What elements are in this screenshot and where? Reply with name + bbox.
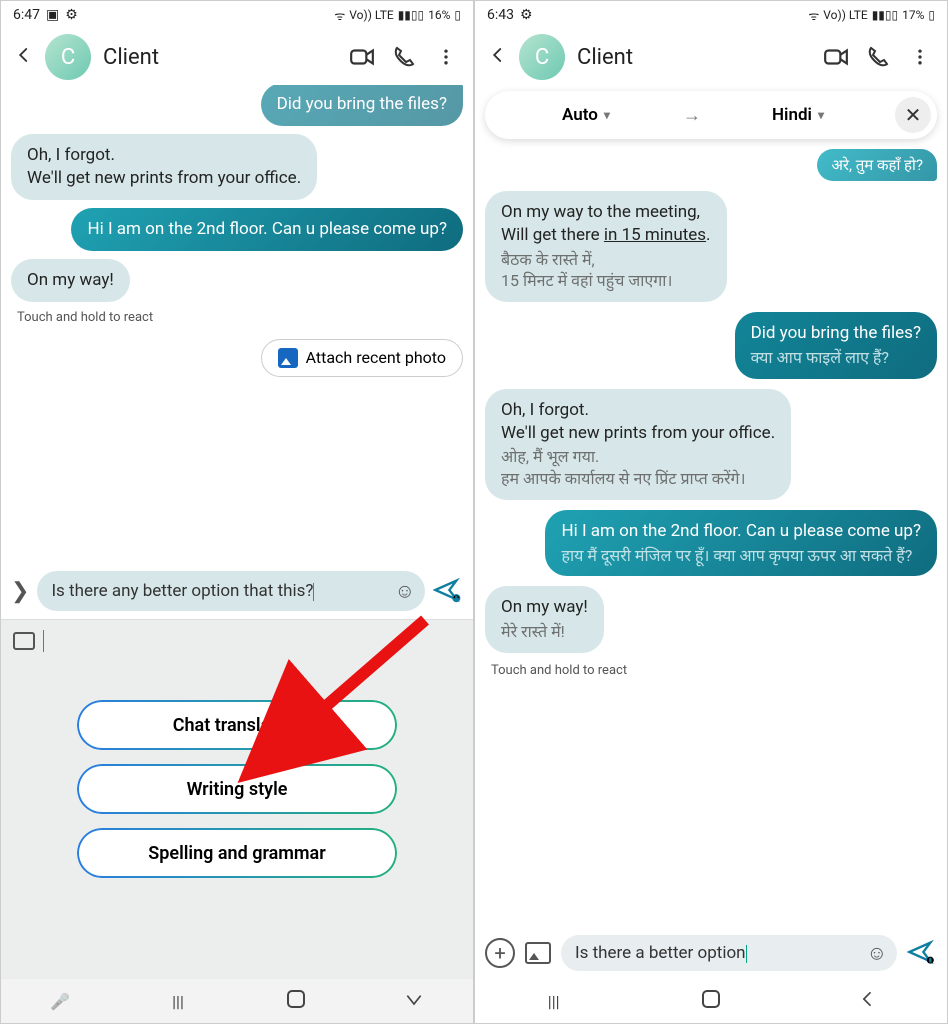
message-incoming[interactable]: On my way! मेरे रास्ते में! (485, 586, 604, 653)
translated-text: मेरे रास्ते में! (501, 621, 588, 643)
gallery-button[interactable] (525, 942, 551, 964)
nav-recents[interactable]: ||| (524, 992, 584, 1011)
back-button[interactable] (11, 46, 37, 68)
contact-name[interactable]: Client (573, 45, 811, 70)
keyboard-icon[interactable] (13, 632, 35, 650)
chevron-down-icon: ▾ (818, 108, 824, 122)
suggestion-spelling-grammar[interactable]: Spelling and grammar (77, 828, 397, 878)
message-incoming[interactable]: Oh, I forgot. We'll get new prints from … (11, 134, 317, 200)
status-time: 6:43 (487, 7, 514, 23)
status-bar: 6:43 ⚙ ᯤ Vo)) LTE ▮▮▯▯ 17% ▯ (475, 1, 947, 29)
attach-photo-chip[interactable]: Attach recent photo (261, 339, 463, 377)
send-button[interactable] (907, 938, 937, 968)
nav-back[interactable] (384, 989, 444, 1013)
send-button[interactable] (433, 576, 463, 606)
keyboard-panel: Chat translation Writing style Spelling … (1, 619, 473, 979)
ai-suggestions: Chat translation Writing style Spelling … (13, 700, 461, 878)
react-hint: Touch and hold to react (11, 310, 463, 325)
battery-text: 17% (902, 8, 924, 22)
avatar[interactable]: C (519, 34, 565, 80)
translated-text: ओह, मैं भूल गया. हम आपके कार्यालय से नए … (501, 446, 775, 489)
voice-call-icon[interactable] (387, 40, 421, 74)
gear-icon: ⚙ (65, 7, 78, 23)
translated-text: बैठक के रास्ते में, 15 मिनट में वहां पहु… (501, 249, 711, 292)
message-input[interactable]: Is there any better option that this? ☺ (37, 571, 425, 611)
image-icon (278, 348, 298, 368)
more-icon[interactable] (429, 40, 463, 74)
translate-close-button[interactable]: ✕ (895, 97, 931, 133)
chat-header: C Client (1, 29, 473, 85)
nav-home[interactable] (266, 990, 326, 1012)
nav-back[interactable] (838, 989, 898, 1013)
voice-call-icon[interactable] (861, 40, 895, 74)
signal-icon: ▮▮▯▯ (398, 8, 424, 22)
message-list: Did you bring the files? Oh, I forgot. W… (1, 85, 473, 563)
message-outgoing[interactable]: अरे, तुम कहाँ हो? (817, 149, 937, 181)
battery-text: 16% (428, 8, 450, 22)
lte-icon: Vo)) LTE (349, 8, 393, 22)
lte-icon: Vo)) LTE (823, 8, 867, 22)
avatar[interactable]: C (45, 34, 91, 80)
emoji-icon[interactable]: ☺ (395, 579, 415, 604)
suggestion-writing-style[interactable]: Writing style (77, 764, 397, 814)
gear-icon: ⚙ (520, 7, 533, 23)
wifi-icon: ᯤ (808, 7, 819, 24)
video-call-icon[interactable] (819, 40, 853, 74)
message-outgoing[interactable]: Hi I am on the 2nd floor. Can u please c… (545, 510, 937, 577)
translated-text: हाय मैं दूसरी मंजिल पर हूँ। क्या आप कृपय… (561, 545, 921, 567)
message-outgoing[interactable]: Did you bring the files? (261, 85, 463, 126)
battery-icon: ▯ (928, 8, 935, 22)
translated-text: क्या आप फाइलें लाए हैं? (751, 347, 921, 369)
nav-recents[interactable]: ||| (148, 992, 208, 1011)
message-incoming[interactable]: Oh, I forgot. We'll get new prints from … (485, 389, 791, 500)
chevron-down-icon: ▾ (604, 108, 610, 122)
contact-name[interactable]: Client (99, 45, 337, 70)
battery-icon: ▯ (454, 8, 461, 22)
emoji-icon[interactable]: ☺ (867, 941, 887, 966)
message-incoming[interactable]: On my way! (11, 259, 130, 302)
translate-from[interactable]: Auto▾ (495, 105, 677, 125)
signal-icon: ▮▮▯▯ (872, 8, 898, 22)
status-bar: 6:47 ▣ ⚙ ᯤ Vo)) LTE ▮▮▯▯ 16% ▯ (1, 1, 473, 29)
attach-photo-label: Attach recent photo (306, 348, 446, 367)
nav-home[interactable] (681, 990, 741, 1012)
translate-bar: Auto▾ → Hindi▾ ✕ (485, 91, 937, 139)
back-button[interactable] (485, 46, 511, 68)
status-time: 6:47 (13, 7, 40, 23)
message-outgoing[interactable]: Hi I am on the 2nd floor. Can u please c… (71, 208, 463, 251)
chat-header: C Client (475, 29, 947, 85)
video-call-icon[interactable] (345, 40, 379, 74)
gallery-icon: ▣ (46, 7, 59, 23)
more-icon[interactable] (903, 40, 937, 74)
nav-bar: 🎤 ||| (1, 979, 473, 1023)
nav-bar: ||| (475, 979, 947, 1023)
mic-icon[interactable]: 🎤 (30, 992, 90, 1011)
add-button[interactable]: + (485, 938, 515, 968)
message-list: अरे, तुम कहाँ हो? On my way to the meeti… (475, 145, 947, 927)
arrow-right-icon: → (683, 105, 701, 126)
phone-left: 6:47 ▣ ⚙ ᯤ Vo)) LTE ▮▮▯▯ 16% ▯ C Client … (0, 0, 474, 1024)
suggestion-chat-translation[interactable]: Chat translation (77, 700, 397, 750)
message-incoming[interactable]: On my way to the meeting, Will get there… (485, 191, 727, 302)
composer: + Is there a better option ☺ (475, 927, 947, 979)
message-outgoing[interactable]: Did you bring the files? क्या आप फाइलें … (735, 312, 937, 379)
wifi-icon: ᯤ (334, 7, 345, 24)
composer: ❯ Is there any better option that this? … (1, 563, 473, 619)
expand-icon[interactable]: ❯ (11, 579, 29, 604)
translate-to[interactable]: Hindi▾ (707, 105, 889, 125)
phone-right: 6:43 ⚙ ᯤ Vo)) LTE ▮▮▯▯ 17% ▯ C Client Au… (474, 0, 948, 1024)
message-input[interactable]: Is there a better option ☺ (561, 935, 897, 971)
react-hint: Touch and hold to react (485, 663, 937, 678)
